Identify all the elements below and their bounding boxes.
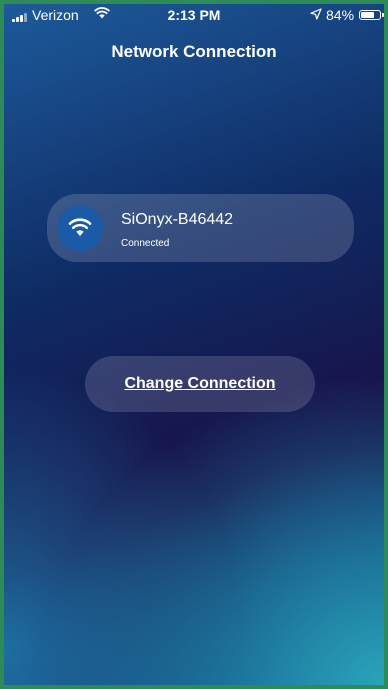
- battery-icon: [359, 10, 384, 20]
- device-frame: Verizon 2:13 PM 84% Network Connection S…: [0, 0, 388, 689]
- network-status: Connected: [121, 238, 170, 249]
- change-connection-label: Change Connection: [124, 375, 276, 392]
- app-screen: Verizon 2:13 PM 84% Network Connection S…: [4, 4, 384, 685]
- wifi-icon: [68, 218, 92, 236]
- battery-level-fill: [361, 12, 374, 18]
- wifi-badge: [57, 205, 103, 251]
- change-connection-button[interactable]: Change Connection: [85, 356, 315, 412]
- page-title: Network Connection: [111, 42, 277, 61]
- status-bar: Verizon 2:13 PM 84%: [4, 4, 384, 28]
- location-arrow-icon: [310, 8, 322, 20]
- network-name: SiOnyx-B46442: [121, 211, 234, 228]
- network-card[interactable]: SiOnyx-B46442 Connected: [47, 194, 354, 262]
- battery-percent: 84%: [326, 7, 355, 23]
